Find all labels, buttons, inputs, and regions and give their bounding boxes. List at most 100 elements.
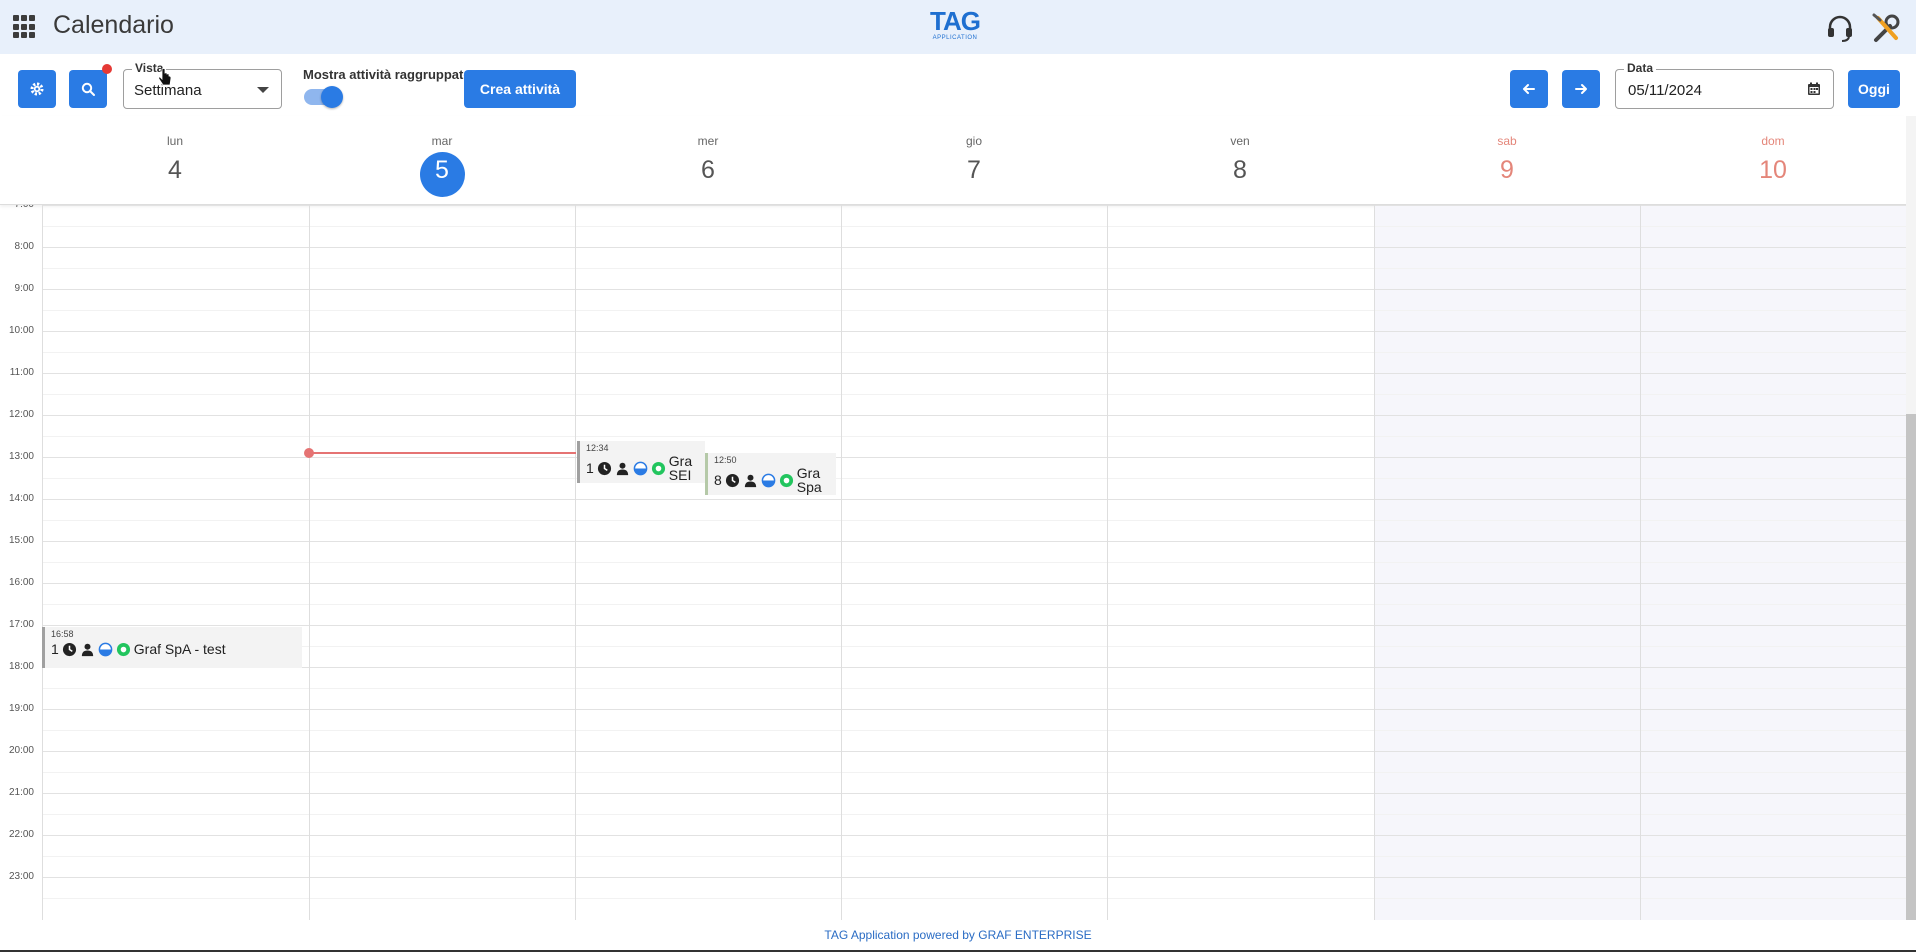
day-header-mer[interactable]: mer 6: [575, 116, 841, 205]
hour-gridline: [42, 835, 1906, 836]
date-label: Data: [1624, 61, 1657, 75]
half-circle-status-icon: [633, 461, 648, 475]
search-button[interactable]: [69, 70, 107, 108]
event-title: Gra Spa: [797, 466, 822, 494]
half-hour-gridline: [42, 268, 1906, 269]
next-week-button[interactable]: [1562, 70, 1600, 108]
event-count: 1: [51, 641, 59, 657]
day-number: 7: [967, 156, 981, 184]
caret-down-icon: [257, 87, 269, 93]
prev-week-button[interactable]: [1510, 70, 1548, 108]
app-title: Calendario: [53, 11, 174, 39]
event-time: 12:34: [586, 443, 609, 453]
hour-label: 13:00: [8, 451, 34, 462]
day-header-ven[interactable]: ven 8: [1107, 116, 1373, 205]
half-hour-gridline: [42, 436, 1906, 437]
day-number: 10: [1759, 156, 1787, 184]
column-divider: [1107, 205, 1108, 920]
calendar-event[interactable]: 12:34 1 Gra SEI: [577, 441, 705, 483]
calendar-event[interactable]: 16:58 1 Graf SpA - test: [42, 627, 302, 668]
week-time-grid[interactable]: 7:00 8:00 9:00 10:00 11:00 12:00 13:00 14:00 15:…: [0, 205, 1906, 920]
logo-main: TAG: [930, 6, 981, 36]
day-name: gio: [965, 134, 982, 148]
date-value: 05/11/2024: [1628, 82, 1702, 99]
day-header-lun[interactable]: lun 4: [42, 116, 308, 205]
hour-label: 10:00: [8, 325, 34, 336]
week-day-header: lun 4 mar 5 mer 6 gio 7 ven 8 sab 9 dom …: [0, 116, 1906, 205]
hour-label: 18:00: [8, 661, 34, 672]
half-hour-gridline: [42, 646, 1906, 647]
day-header-gio[interactable]: gio 7: [841, 116, 1107, 205]
event-title-line2: Spa: [796, 479, 822, 495]
top-bar: Calendario TAG APPLICATION: [0, 0, 1916, 54]
hour-gridline: [42, 289, 1906, 290]
hour-gridline: [42, 247, 1906, 248]
hour-gridline: [42, 331, 1906, 332]
current-time-line: [309, 452, 576, 454]
footer-credit: TAG Application powered by GRAF ENTERPRI…: [824, 928, 1092, 942]
column-divider: [841, 205, 842, 920]
arrow-left-icon: [1523, 84, 1535, 94]
half-hour-gridline: [42, 352, 1906, 353]
hour-label: 14:00: [8, 493, 34, 504]
day-name: mer: [697, 134, 719, 148]
search-icon: [81, 82, 95, 96]
today-button[interactable]: Oggi: [1848, 70, 1900, 108]
hour-gridline: [42, 583, 1906, 584]
day-number: 5: [435, 156, 449, 184]
half-hour-gridline: [42, 478, 1906, 479]
hour-label: 16:00: [8, 577, 34, 588]
half-hour-gridline: [42, 856, 1906, 857]
hour-label: 12:00: [8, 409, 34, 420]
event-time: 16:58: [51, 629, 74, 639]
half-hour-gridline: [42, 310, 1906, 311]
group-toggle[interactable]: [304, 86, 343, 108]
logo-sub: APPLICATION: [932, 35, 978, 41]
half-hour-gridline: [42, 520, 1906, 521]
hour-label: 21:00: [8, 787, 34, 798]
half-hour-gridline: [42, 562, 1906, 563]
person-icon: [744, 474, 756, 487]
hour-label: 19:00: [8, 703, 34, 714]
calendar-event[interactable]: 12:50 8 Gra Spa: [705, 453, 836, 495]
day-number: 9: [1500, 156, 1514, 184]
hour-gridline: [42, 541, 1906, 542]
event-count: 1: [586, 460, 594, 476]
half-hour-gridline: [42, 814, 1906, 815]
event-title: Gra SEI: [669, 454, 692, 482]
hour-label: 7:00: [0, 205, 34, 210]
settings-button[interactable]: [18, 70, 56, 108]
headset-icon[interactable]: [1824, 12, 1856, 44]
view-select[interactable]: Vista Settimana: [123, 61, 282, 109]
apps-grid-icon[interactable]: [13, 15, 37, 39]
ok-status-icon: [116, 642, 130, 656]
day-name: mar: [431, 134, 453, 148]
column-divider: [1374, 205, 1375, 920]
day-header-mar[interactable]: mar 5: [309, 116, 575, 205]
hour-label: 20:00: [8, 745, 34, 756]
hour-gridline: [42, 415, 1906, 416]
hour-label: 23:00: [8, 871, 34, 882]
group-toggle-label: Mostra attività raggruppate: [303, 67, 471, 82]
scrollbar-thumb[interactable]: [1906, 414, 1916, 920]
current-time-dot: [304, 448, 314, 458]
hour-label: 8:00: [14, 241, 34, 252]
day-number: 4: [168, 156, 182, 184]
day-header-sab[interactable]: sab 9: [1374, 116, 1640, 205]
hand-cursor-icon: [158, 68, 172, 86]
day-header-dom[interactable]: dom 10: [1640, 116, 1906, 205]
gear-icon: [30, 82, 44, 96]
event-title: Graf SpA - test: [133, 641, 226, 657]
person-icon: [616, 462, 628, 475]
wrench-screwdriver-icon[interactable]: [1870, 12, 1902, 44]
calendar-icon[interactable]: [1807, 82, 1821, 96]
create-activity-button[interactable]: Crea attività: [464, 70, 576, 108]
day-name: dom: [1761, 134, 1785, 148]
column-divider: [575, 205, 576, 920]
toolbar: Vista Settimana Mostra attività raggrupp…: [0, 54, 1916, 116]
event-count: 8: [714, 472, 722, 488]
date-field[interactable]: Data 05/11/2024: [1615, 61, 1834, 109]
arrow-right-icon: [1575, 84, 1587, 94]
hour-gridline: [42, 667, 1906, 668]
day-name: ven: [1230, 134, 1250, 148]
